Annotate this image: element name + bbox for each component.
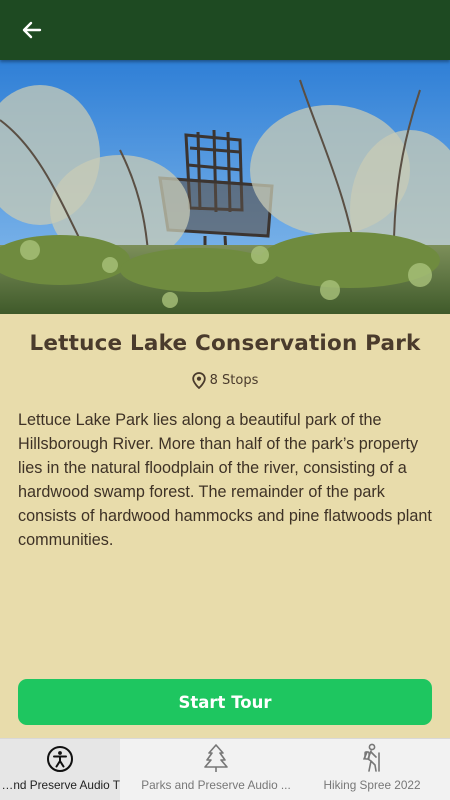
park-description: Lettuce Lake Park lies along a beautiful… [18,411,432,549]
nav-label: Parks and Preserve Audio T... [0,778,120,792]
back-button[interactable] [14,12,50,48]
park-detail: Lettuce Lake Conservation Park 8 Stops L… [0,314,450,738]
stops-label: 8 Stops [209,373,259,388]
pine-tree-icon [204,744,228,772]
app-bar [0,0,450,60]
hiker-icon [363,743,380,772]
stops-count: 8 Stops [0,372,450,389]
nav-item-parks-audio-tour[interactable]: Parks and Preserve Audio T... [0,739,120,800]
map-pin-icon [191,372,206,389]
nav-item-hiking-spree[interactable]: Hiking Spree 2022 [312,739,432,800]
bottom-nav: Parks and Preserve Audio T... Parks and … [0,738,450,800]
park-title: Lettuce Lake Conservation Park [29,331,421,356]
nav-label: Parks and Preserve Audio ... [141,778,291,792]
arrow-left-icon [22,21,42,39]
start-tour-button[interactable]: Start Tour [18,679,432,725]
accessibility-icon [47,746,73,772]
nav-label: Hiking Spree 2022 [323,778,421,792]
nav-item-parks-audio[interactable]: Parks and Preserve Audio ... [134,739,298,800]
park-hero-image [0,60,450,314]
